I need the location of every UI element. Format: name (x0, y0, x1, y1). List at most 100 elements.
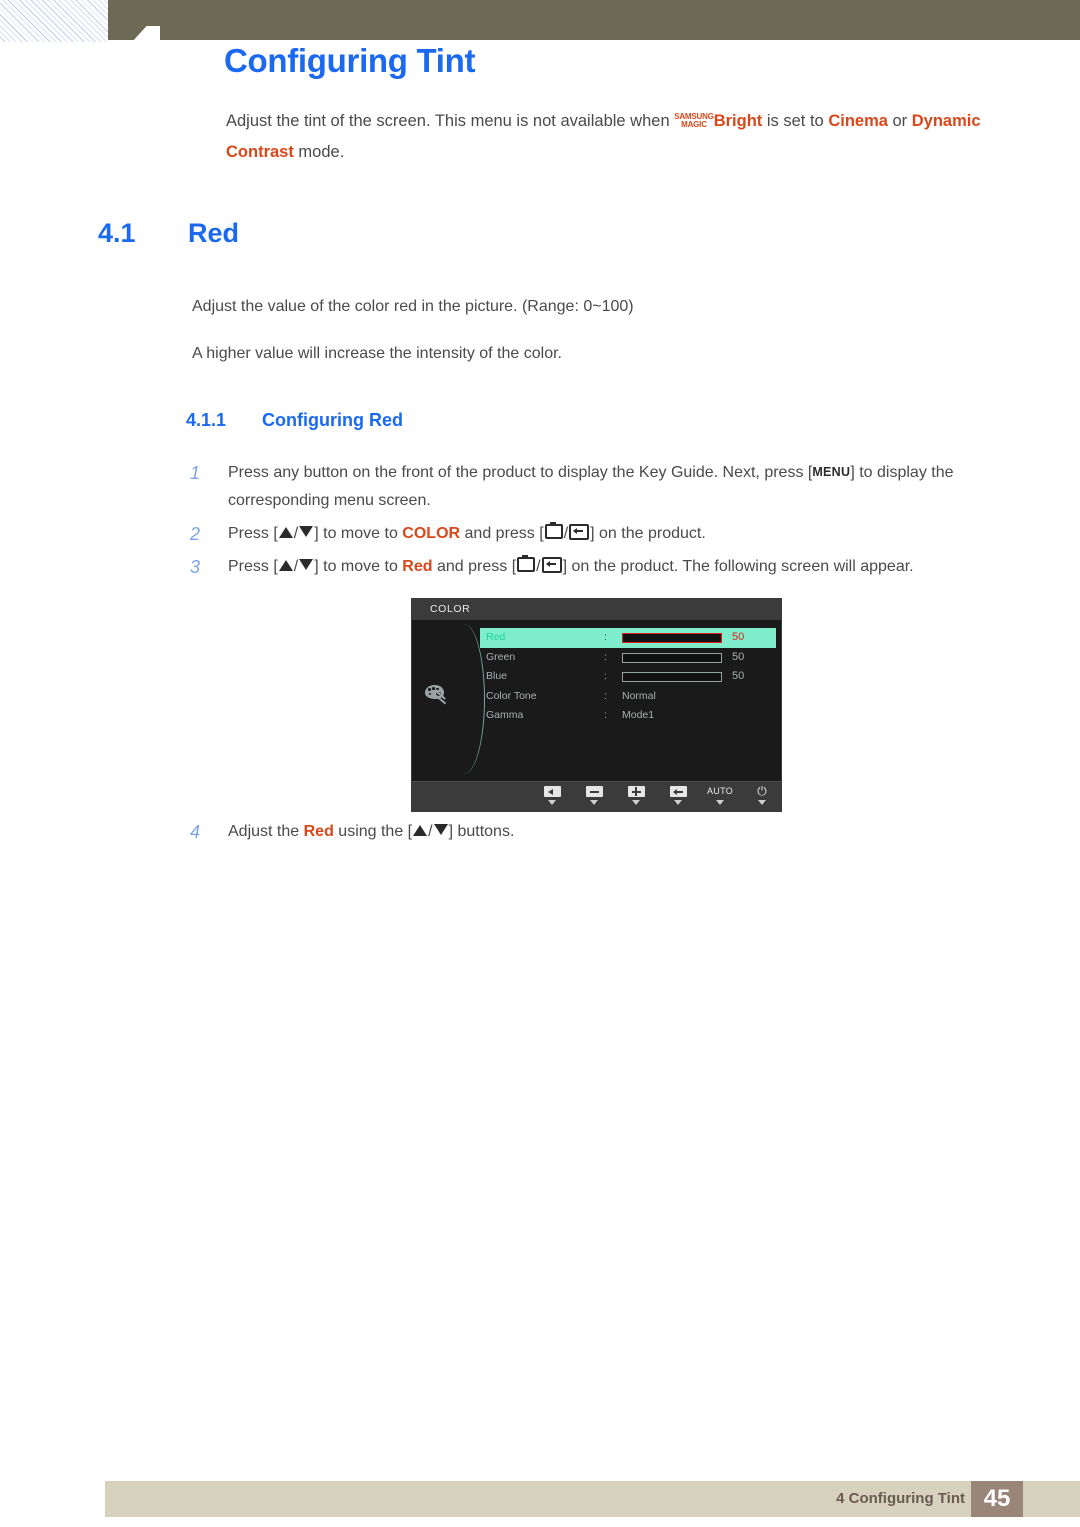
enter-return-icon (669, 786, 687, 798)
section-paragraph-1: Adjust the value of the color red in the… (192, 298, 634, 315)
triangle-up-icon (413, 825, 428, 836)
section-number: 4.1 (98, 218, 136, 248)
palette-icon (424, 684, 450, 706)
intro-text-before: Adjust the tint of the screen. This menu… (226, 112, 675, 130)
left-arrow-icon (543, 786, 561, 798)
osd-row-green-label: Green (486, 650, 516, 663)
source-button-icon (544, 522, 563, 539)
menu-key-label: MENU (812, 465, 851, 479)
enter-button-icon (569, 524, 590, 540)
osd-plus-button[interactable] (623, 785, 649, 805)
osd-title: COLOR (412, 599, 781, 620)
osd-row-gamma[interactable]: Gamma : Mode1 (480, 706, 776, 726)
intro-text-mid: is set to (762, 112, 829, 130)
caret-down-icon (590, 800, 598, 805)
osd-row-gamma-colon: : (604, 709, 607, 721)
osd-row-green-slider[interactable] (622, 652, 722, 663)
osd-body: Red : 50 Green : 50 Blue : 50 Color Tone… (412, 620, 781, 781)
triangle-up-icon (278, 560, 293, 571)
osd-power-button[interactable]: ⏻ (749, 785, 775, 805)
section-title: Red (188, 218, 240, 248)
caret-down-icon (758, 800, 766, 805)
step-2-part-b: ] to move to (314, 525, 403, 542)
intro-paragraph: Adjust the tint of the screen. This menu… (226, 106, 1016, 168)
osd-row-red-label: Red (486, 631, 506, 643)
footer-text: 4 Configuring Tint (836, 1490, 965, 1507)
step-2-text: Press [/] to move to COLOR and press [/]… (228, 522, 706, 542)
osd-row-green-value: 50 (732, 650, 745, 663)
osd-auto-button[interactable]: AUTO (707, 785, 733, 805)
osd-row-red-slider[interactable] (622, 633, 722, 643)
osd-screenshot: COLOR Red : 50 Green : 50 Blue : 50 Colo… (411, 598, 782, 812)
step-3-part-c: and press [ (432, 558, 517, 575)
step-2-part-a: Press [ (228, 525, 278, 542)
step-4-number: 4 (190, 822, 201, 842)
enter-button-icon (541, 557, 562, 573)
triangle-down-icon (299, 559, 314, 570)
caret-down-icon (632, 800, 640, 805)
mode-cinema-label: Cinema (828, 112, 888, 130)
osd-minus-button[interactable] (581, 785, 607, 805)
osd-enter-button[interactable] (665, 785, 691, 805)
osd-row-blue-slider[interactable] (622, 672, 722, 682)
footer-page-number: 45 (971, 1481, 1023, 1517)
caret-down-icon (548, 800, 556, 805)
step-1-text: Press any button on the front of the pro… (190, 459, 1005, 515)
osd-row-gamma-label: Gamma (486, 709, 524, 721)
magic-bottom-line: MAGIC (681, 120, 707, 129)
osd-row-color-tone[interactable]: Color Tone : Normal (480, 687, 776, 707)
color-menu-label: COLOR (402, 525, 461, 542)
osd-row-color-tone-colon: : (604, 689, 607, 702)
osd-row-color-tone-value: Normal (622, 689, 656, 702)
header-olive-bar (108, 0, 1080, 40)
osd-button-bar: AUTO ⏻ (412, 781, 781, 811)
step-2-number: 2 (190, 524, 201, 544)
minus-icon (585, 786, 603, 798)
page-title: Configuring Tint (224, 42, 476, 79)
step-3-text: Press [/] to move to Red and press [/] o… (228, 555, 914, 575)
footer-bar: 4 Configuring Tint 45 (105, 1481, 1080, 1517)
plus-icon (627, 786, 645, 798)
step-3-number: 3 (190, 557, 201, 577)
red-menu-label: Red (402, 558, 433, 575)
step-4: 4 Adjust the Red using the [/] buttons. (190, 818, 1005, 846)
osd-auto-label: AUTO (707, 786, 734, 796)
osd-row-green[interactable]: Green : 50 (480, 648, 776, 668)
osd-row-blue-colon: : (604, 670, 607, 682)
osd-row-red[interactable]: Red : 50 (480, 628, 776, 648)
triangle-down-icon (433, 824, 448, 835)
step-1-part-a: Press any button on the front of the pro… (228, 464, 813, 481)
intro-text-after: mode. (293, 143, 345, 161)
samsung-magic-logo: SAMSUNG MAGIC (674, 112, 714, 130)
red-menu-label: Red (303, 823, 334, 840)
chapter-number: 4 (108, 0, 228, 52)
caret-down-icon (716, 800, 724, 805)
step-3-part-d: ] on the product. The following screen w… (562, 558, 914, 575)
osd-menu-list: Red : 50 Green : 50 Blue : 50 Color Tone… (480, 628, 776, 726)
power-icon: ⏻ (757, 784, 767, 798)
hatch-pattern-decoration (0, 0, 108, 42)
step-4-part-a: Adjust the (228, 823, 304, 840)
triangle-up-icon (278, 527, 293, 538)
step-3-part-b: ] to move to (314, 558, 403, 575)
step-3-part-a: Press [ (228, 558, 278, 575)
osd-row-gamma-value: Mode1 (622, 709, 655, 721)
step-2-part-d: ] on the product. (590, 525, 706, 542)
osd-row-blue-value: 50 (732, 670, 745, 682)
osd-left-arrow-button[interactable] (539, 785, 565, 805)
subsection-title: Configuring Red (262, 410, 403, 430)
osd-row-blue[interactable]: Blue : 50 (480, 667, 776, 687)
intro-text-or: or (887, 112, 912, 130)
step-1-number: 1 (190, 463, 201, 483)
osd-row-red-colon: : (604, 631, 607, 643)
step-4-text: Adjust the Red using the [/] buttons. (228, 823, 515, 840)
osd-row-green-colon: : (604, 650, 607, 663)
step-2: 2 Press [/] to move to COLOR and press [… (190, 520, 1005, 548)
subsection-number: 4.1.1 (186, 410, 227, 430)
step-4-part-b: using the [ (333, 823, 413, 840)
triangle-down-icon (299, 526, 314, 537)
osd-row-red-value: 50 (732, 631, 745, 643)
osd-row-color-tone-label: Color Tone (486, 689, 537, 702)
caret-down-icon (674, 800, 682, 805)
step-3: 3 Press [/] to move to Red and press [/]… (190, 553, 1005, 581)
